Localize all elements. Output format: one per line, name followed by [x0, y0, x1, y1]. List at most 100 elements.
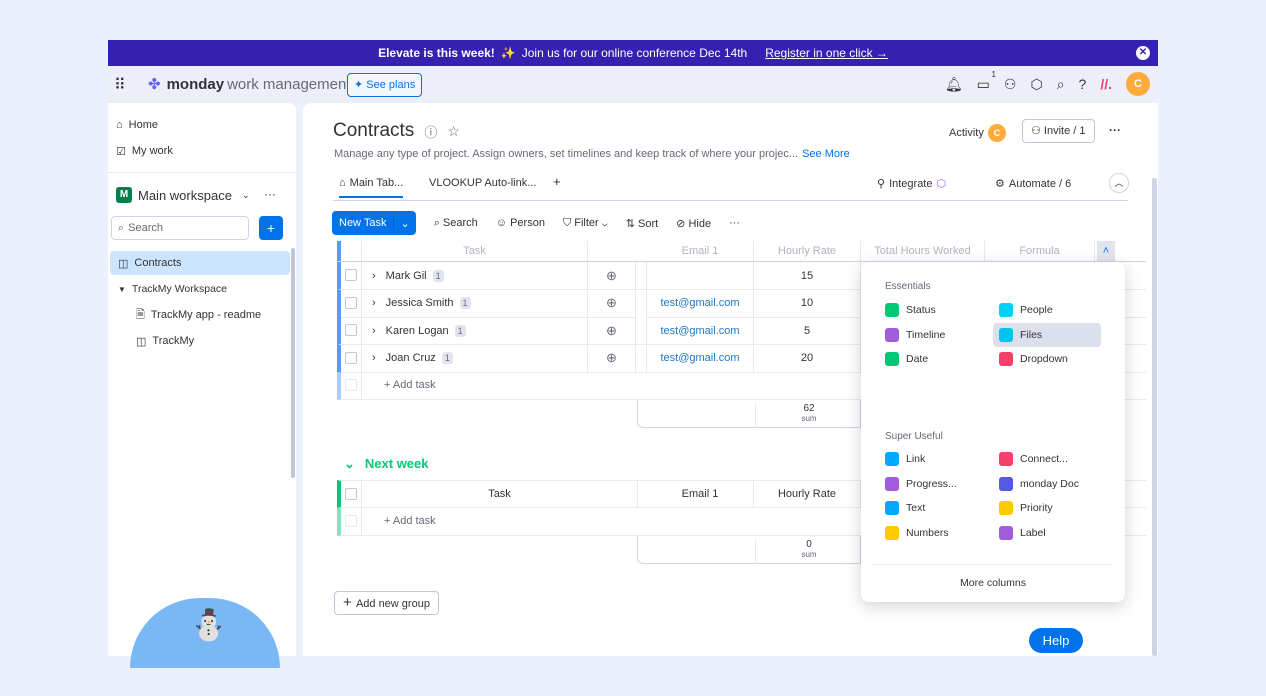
new-task-button[interactable]: New Task ⌄ — [332, 211, 416, 235]
subitem-count-badge[interactable]: 1 — [432, 269, 444, 282]
info-icon[interactable]: ⓘ — [424, 122, 437, 141]
more-icon[interactable]: ··· — [264, 187, 276, 201]
hourly-rate-cell[interactable]: 5 — [754, 317, 861, 344]
search-input[interactable]: ⌕ Search — [111, 216, 249, 240]
logo[interactable]: ✤ monday work management — [148, 75, 351, 94]
sort-button[interactable]: ⇅ Sort — [626, 217, 658, 230]
column-type-monday-doc[interactable]: monday Doc — [993, 472, 1101, 496]
column-type-link[interactable]: Link — [885, 447, 993, 471]
expand-chevron-icon[interactable]: › — [372, 352, 376, 364]
apps-grid-icon[interactable]: ⠿ — [114, 75, 126, 95]
more-icon[interactable]: ··· — [1109, 123, 1121, 137]
automate-button[interactable]: ⚙ Automate / 6 — [995, 177, 1071, 191]
tab-vlookup[interactable]: VLOOKUP Auto-link... — [429, 177, 536, 189]
help-icon[interactable]: ? — [1079, 76, 1087, 92]
column-header-rate[interactable]: Hourly Rate — [754, 481, 861, 507]
hide-button[interactable]: ⊘ Hide — [676, 217, 711, 230]
more-icon[interactable]: ··· — [729, 217, 740, 229]
person-filter-button[interactable]: ☺ Person — [496, 217, 545, 229]
search-icon[interactable]: ⌕ — [1057, 76, 1065, 93]
checkbox[interactable] — [345, 351, 357, 364]
column-header-email[interactable]: Email 1 — [647, 481, 754, 507]
column-type-text[interactable]: Text — [885, 496, 993, 520]
subitem-count-badge[interactable]: 1 — [459, 297, 471, 309]
see-plans-button[interactable]: ✦ See plans — [347, 73, 423, 97]
sidebar-scrollbar[interactable] — [291, 248, 295, 478]
column-type-connect[interactable]: Connect... — [993, 447, 1101, 471]
collapse-header-button[interactable]: ︿ — [1109, 173, 1129, 193]
add-update-icon[interactable]: ⊕ — [588, 262, 636, 289]
add-update-icon[interactable]: ⊕ — [588, 344, 636, 372]
column-header-formula[interactable]: Formula — [985, 241, 1095, 261]
add-new-group-button[interactable]: + Add new group — [334, 591, 439, 615]
close-icon[interactable]: ✕ — [1136, 46, 1150, 60]
sidebar-item-trackmy-readme[interactable]: 🗎︎ TrackMy app - readme — [134, 303, 261, 327]
sidebar-item-my-work[interactable]: ☑ My work — [114, 139, 173, 163]
sidebar-item-contracts[interactable]: ◫ Contracts — [110, 251, 290, 275]
column-type-dropdown[interactable]: Dropdown — [993, 347, 1101, 371]
bell-icon[interactable]: 🔔︎ — [945, 76, 963, 93]
sidebar-item-home[interactable]: ⌂ Home — [114, 113, 158, 137]
see-more-link[interactable]: See More — [802, 148, 850, 160]
subitem-count-badge[interactable]: 1 — [441, 352, 453, 364]
checkbox[interactable] — [345, 488, 357, 500]
avatar[interactable]: C — [1126, 72, 1150, 96]
group-header-next-week[interactable]: ⌄ Next week — [344, 456, 429, 472]
add-task-input[interactable]: + Add task — [384, 379, 436, 391]
chevron-down-icon[interactable]: ⌄ — [344, 456, 355, 472]
column-type-status[interactable]: Status — [885, 298, 993, 322]
email-cell[interactable]: test@gmail.com — [647, 317, 754, 344]
help-button[interactable]: Help — [1029, 628, 1083, 653]
column-type-files[interactable]: Files — [993, 322, 1101, 347]
column-header-task[interactable]: Task — [362, 481, 638, 507]
add-view-button[interactable]: + — [553, 174, 561, 189]
expand-chevron-icon[interactable]: › — [372, 270, 376, 282]
add-task-input[interactable]: + Add task — [384, 515, 436, 527]
hourly-rate-cell[interactable]: 15 — [754, 262, 861, 289]
main-scrollbar[interactable] — [1152, 178, 1157, 656]
star-icon[interactable]: ☆ — [447, 123, 460, 140]
column-header-rate[interactable]: Hourly Rate — [754, 241, 861, 261]
column-type-label[interactable]: Label — [993, 521, 1101, 545]
task-name[interactable]: Jessica Smith — [386, 297, 454, 309]
email-cell[interactable] — [647, 262, 754, 289]
column-header-email[interactable]: Email 1 — [647, 241, 754, 261]
add-button[interactable]: + — [259, 216, 283, 240]
column-header-hours[interactable]: Total Hours Worked — [861, 241, 985, 261]
sidebar-item-trackmy[interactable]: ◫ TrackMy — [134, 329, 194, 353]
column-type-people[interactable]: People — [993, 298, 1101, 322]
register-link[interactable]: Register in one click → — [765, 46, 888, 60]
group-title[interactable]: Next week — [365, 456, 429, 472]
email-cell[interactable]: test@gmail.com — [647, 344, 754, 372]
chevron-down-icon[interactable]: ⌄ — [393, 216, 415, 230]
column-type-progress[interactable]: Progress... — [885, 472, 993, 496]
search-button[interactable]: ⌕ Search — [434, 217, 478, 230]
checkbox[interactable] — [345, 269, 357, 281]
column-type-date[interactable]: Date — [885, 347, 993, 371]
column-type-timeline[interactable]: Timeline — [885, 323, 993, 347]
column-type-priority[interactable]: Priority — [993, 496, 1101, 520]
tab-main-table[interactable]: ⌂ Main Tab... — [339, 177, 404, 198]
task-name[interactable]: Joan Cruz — [386, 352, 436, 364]
integrations-icon[interactable]: ⬡ — [1030, 76, 1042, 93]
add-column-button[interactable]: ˄ — [1097, 241, 1115, 261]
invite-button[interactable]: ⚇ Invite / 1 — [1022, 119, 1095, 143]
activity-button[interactable]: Activity C — [949, 124, 1006, 142]
invite-user-icon[interactable]: ⚇ — [1004, 76, 1017, 93]
subitem-count-badge[interactable]: 1 — [454, 324, 466, 337]
checkbox[interactable] — [345, 296, 357, 309]
hourly-rate-cell[interactable]: 10 — [754, 289, 861, 317]
task-name[interactable]: Karen Logan — [386, 325, 449, 337]
expand-chevron-icon[interactable]: › — [372, 325, 376, 337]
add-update-icon[interactable]: ⊕ — [588, 289, 636, 317]
email-cell[interactable]: test@gmail.com — [647, 289, 754, 317]
add-update-icon[interactable]: ⊕ — [588, 317, 636, 344]
more-columns-button[interactable]: More columns — [861, 577, 1125, 589]
integrate-button[interactable]: ⚲ Integrate ⬡ — [877, 177, 946, 191]
filter-button[interactable]: ⛉ Filter ⌄ — [563, 217, 608, 230]
sidebar-folder-trackmy-workspace[interactable]: ▼ TrackMy Workspace — [116, 277, 227, 301]
inbox-icon[interactable]: ▭ 1 — [977, 70, 996, 93]
expand-chevron-icon[interactable]: › — [372, 297, 376, 309]
hourly-rate-cell[interactable]: 20 — [754, 344, 861, 372]
workspace-selector[interactable]: M Main workspace ⌄ — [114, 183, 249, 207]
